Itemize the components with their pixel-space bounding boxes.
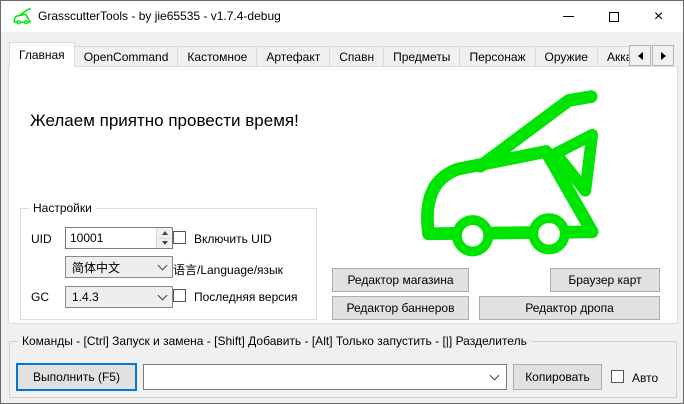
settings-group: Настройки UID Включить UID 简体中文 语言/Langu… bbox=[20, 208, 317, 320]
uid-input[interactable] bbox=[66, 228, 156, 248]
tab-items[interactable]: Предметы bbox=[383, 46, 460, 67]
tab-scroll-right-button[interactable] bbox=[652, 45, 674, 66]
drop-editor-button[interactable]: Редактор дропа bbox=[479, 296, 660, 320]
gc-version-select[interactable]: 1.4.3 bbox=[65, 286, 173, 308]
tab-character[interactable]: Персонаж bbox=[459, 46, 535, 67]
maximize-button[interactable] bbox=[591, 1, 636, 32]
tab-weapon[interactable]: Оружие bbox=[535, 46, 598, 67]
arrow-left-icon bbox=[638, 52, 643, 60]
chevron-down-icon bbox=[158, 261, 168, 271]
run-command-button[interactable]: Выполнить (F5) bbox=[16, 363, 137, 391]
tab-scroll-left-button[interactable] bbox=[629, 45, 651, 66]
arrow-right-icon bbox=[661, 52, 666, 60]
uid-spinner bbox=[65, 227, 173, 249]
chevron-down-icon bbox=[158, 291, 168, 301]
tab-account[interactable]: Аккаунт bbox=[597, 46, 629, 67]
minimize-icon bbox=[563, 16, 574, 17]
auto-label: Авто bbox=[632, 371, 658, 385]
command-combobox bbox=[143, 364, 507, 390]
shop-editor-button[interactable]: Редактор магазина bbox=[332, 268, 469, 292]
language-select[interactable]: 简体中文 bbox=[65, 256, 173, 278]
tab-strip: Главная OpenCommand Кастомное Артефакт С… bbox=[9, 42, 629, 67]
app-window: GrasscutterTools - by jie65535 - v1.7.4-… bbox=[0, 0, 684, 404]
enable-uid-checkbox[interactable] bbox=[173, 231, 186, 244]
settings-group-title: Настройки bbox=[29, 201, 96, 215]
tab-page-main: Желаем приятно провести время! Настройки… bbox=[8, 66, 678, 324]
copy-command-button[interactable]: Копировать bbox=[513, 364, 602, 390]
banner-editor-button[interactable]: Редактор баннеров bbox=[332, 296, 469, 320]
uid-spin-buttons bbox=[156, 228, 172, 248]
maximize-icon bbox=[609, 12, 619, 22]
app-logo-icon bbox=[12, 8, 31, 25]
close-button[interactable]: × bbox=[636, 1, 681, 32]
welcome-text: Желаем приятно провести время! bbox=[30, 111, 299, 131]
gc-version-value: 1.4.3 bbox=[72, 290, 159, 304]
uid-label: UID bbox=[31, 232, 52, 246]
command-group-title: Команды - [Ctrl] Запуск и замена - [Shif… bbox=[18, 334, 531, 348]
tab-main[interactable]: Главная bbox=[9, 42, 75, 67]
latest-version-checkbox[interactable] bbox=[173, 289, 186, 302]
tab-opencommand[interactable]: OpenCommand bbox=[74, 46, 179, 67]
enable-uid-label: Включить UID bbox=[194, 232, 272, 246]
tab-artifact[interactable]: Артефакт bbox=[256, 46, 330, 67]
gc-label: GC bbox=[31, 290, 49, 304]
chevron-down-icon[interactable] bbox=[490, 371, 500, 381]
window-title: GrasscutterTools - by jie65535 - v1.7.4-… bbox=[38, 1, 281, 32]
map-browser-button[interactable]: Браузер карт bbox=[550, 268, 660, 292]
tab-custom[interactable]: Кастомное bbox=[177, 46, 257, 67]
tab-spawn[interactable]: Спавн bbox=[329, 46, 384, 67]
latest-version-label: Последняя версия bbox=[194, 290, 297, 304]
language-value: 简体中文 bbox=[72, 259, 159, 276]
language-hint-label: 语言/Language/язык bbox=[173, 261, 283, 278]
title-bar[interactable]: GrasscutterTools - by jie65535 - v1.7.4-… bbox=[1, 1, 683, 32]
close-icon: × bbox=[654, 9, 663, 25]
uid-spin-down-button[interactable] bbox=[157, 239, 172, 249]
spin-up-icon bbox=[162, 231, 168, 235]
command-input[interactable] bbox=[144, 370, 491, 384]
spin-down-icon bbox=[162, 241, 168, 245]
command-group: Команды - [Ctrl] Запуск и замена - [Shif… bbox=[9, 341, 677, 398]
uid-spin-up-button[interactable] bbox=[157, 228, 172, 239]
minimize-button[interactable] bbox=[546, 1, 591, 32]
grasscutter-car-logo bbox=[404, 86, 600, 264]
auto-checkbox[interactable] bbox=[611, 370, 624, 383]
